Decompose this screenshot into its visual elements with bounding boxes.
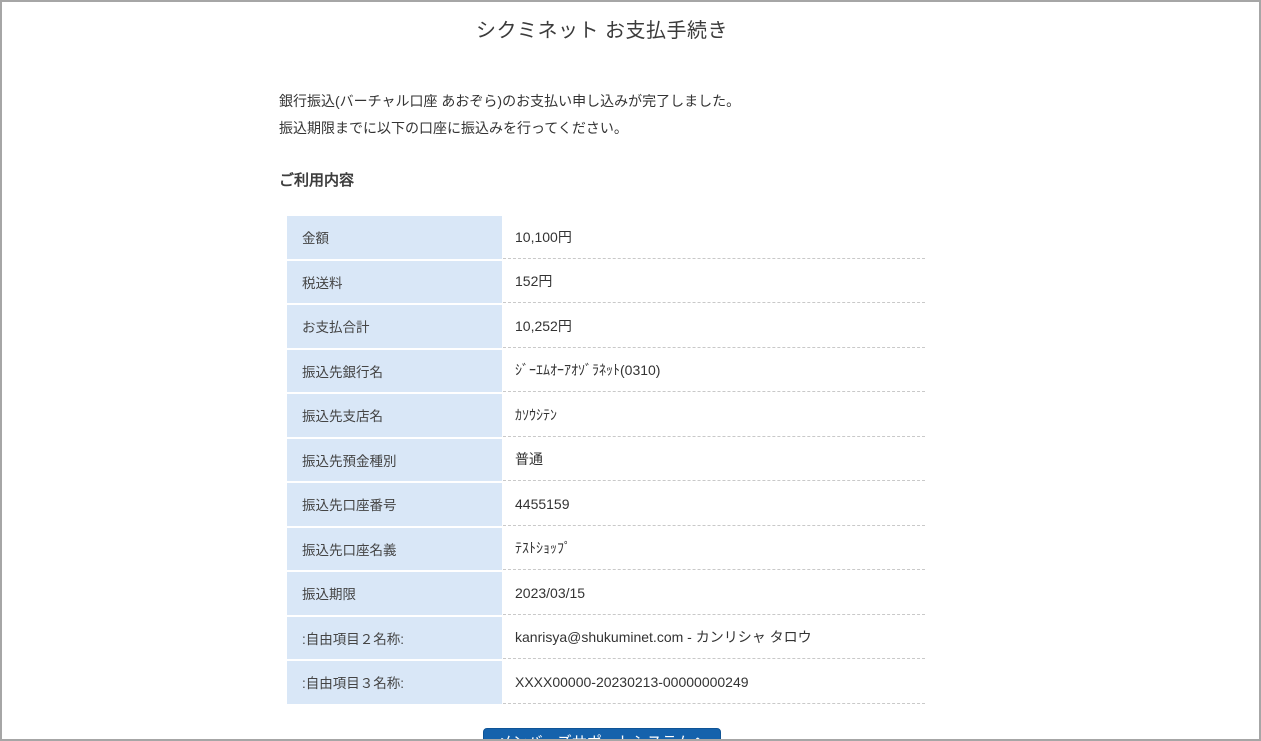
row-label: 振込期限 bbox=[287, 572, 502, 615]
row-value: 2023/03/15 bbox=[503, 572, 925, 615]
table-row: 振込先支店名ｶｿｳｼﾃﾝ bbox=[287, 394, 925, 437]
row-value: ｶｿｳｼﾃﾝ bbox=[503, 394, 925, 437]
table-row: 金額10,100円 bbox=[287, 216, 925, 259]
row-value: ｼﾞｰｴﾑｵｰｱｵｿﾞﾗﾈｯﾄ(0310) bbox=[503, 350, 925, 393]
row-label: 金額 bbox=[287, 216, 502, 259]
row-label: :自由項目２名称: bbox=[287, 617, 502, 660]
button-area: メンバーズサポートシステムへ bbox=[279, 728, 925, 741]
intro-line-1: 銀行振込(バーチャル口座 あおぞら)のお支払い申し込みが完了しました。 bbox=[279, 88, 925, 115]
row-value: ﾃｽﾄｼｮｯﾌﾟ bbox=[503, 528, 925, 571]
row-label: :自由項目３名称: bbox=[287, 661, 502, 704]
row-value: kanrisya@shukuminet.com - カンリシャ タロウ bbox=[503, 617, 925, 660]
table-row: 振込先口座番号4455159 bbox=[287, 483, 925, 526]
row-label: 振込先口座名義 bbox=[287, 528, 502, 571]
main-content: 銀行振込(バーチャル口座 あおぞら)のお支払い申し込みが完了しました。 振込期限… bbox=[279, 88, 925, 741]
row-label: 振込先口座番号 bbox=[287, 483, 502, 526]
table-row: 振込先銀行名ｼﾞｰｴﾑｵｰｱｵｿﾞﾗﾈｯﾄ(0310) bbox=[287, 350, 925, 393]
row-label: 振込先銀行名 bbox=[287, 350, 502, 393]
payment-page: シクミネット お支払手続き 銀行振込(バーチャル口座 あおぞら)のお支払い申し込… bbox=[0, 0, 1261, 741]
usage-table: 金額10,100円税送料152円お支払合計10,252円振込先銀行名ｼﾞｰｴﾑｵ… bbox=[287, 216, 925, 704]
table-row: 振込先預金種別普通 bbox=[287, 439, 925, 482]
page-title: シクミネット お支払手続き bbox=[2, 14, 1202, 43]
row-value: 4455159 bbox=[503, 483, 925, 526]
table-row: :自由項目３名称:XXXX00000-20230213-00000000249 bbox=[287, 661, 925, 704]
row-label: 振込先預金種別 bbox=[287, 439, 502, 482]
content-container: シクミネット お支払手続き 銀行振込(バーチャル口座 あおぞら)のお支払い申し込… bbox=[2, 14, 1202, 741]
members-support-system-button[interactable]: メンバーズサポートシステムへ bbox=[483, 728, 722, 741]
table-row: お支払合計10,252円 bbox=[287, 305, 925, 348]
row-value: 152円 bbox=[503, 261, 925, 304]
intro-line-2: 振込期限までに以下の口座に振込みを行ってください。 bbox=[279, 115, 925, 142]
row-label: 税送料 bbox=[287, 261, 502, 304]
table-row: 振込先口座名義ﾃｽﾄｼｮｯﾌﾟ bbox=[287, 528, 925, 571]
table-row: 税送料152円 bbox=[287, 261, 925, 304]
row-label: お支払合計 bbox=[287, 305, 502, 348]
table-row: :自由項目２名称:kanrisya@shukuminet.com - カンリシャ… bbox=[287, 617, 925, 660]
row-label: 振込先支店名 bbox=[287, 394, 502, 437]
intro-text: 銀行振込(バーチャル口座 あおぞら)のお支払い申し込みが完了しました。 振込期限… bbox=[279, 88, 925, 142]
table-row: 振込期限2023/03/15 bbox=[287, 572, 925, 615]
row-value: 10,252円 bbox=[503, 305, 925, 348]
row-value: 10,100円 bbox=[503, 216, 925, 259]
usage-heading: ご利用内容 bbox=[279, 169, 925, 190]
row-value: 普通 bbox=[503, 439, 925, 482]
row-value: XXXX00000-20230213-00000000249 bbox=[503, 661, 925, 704]
